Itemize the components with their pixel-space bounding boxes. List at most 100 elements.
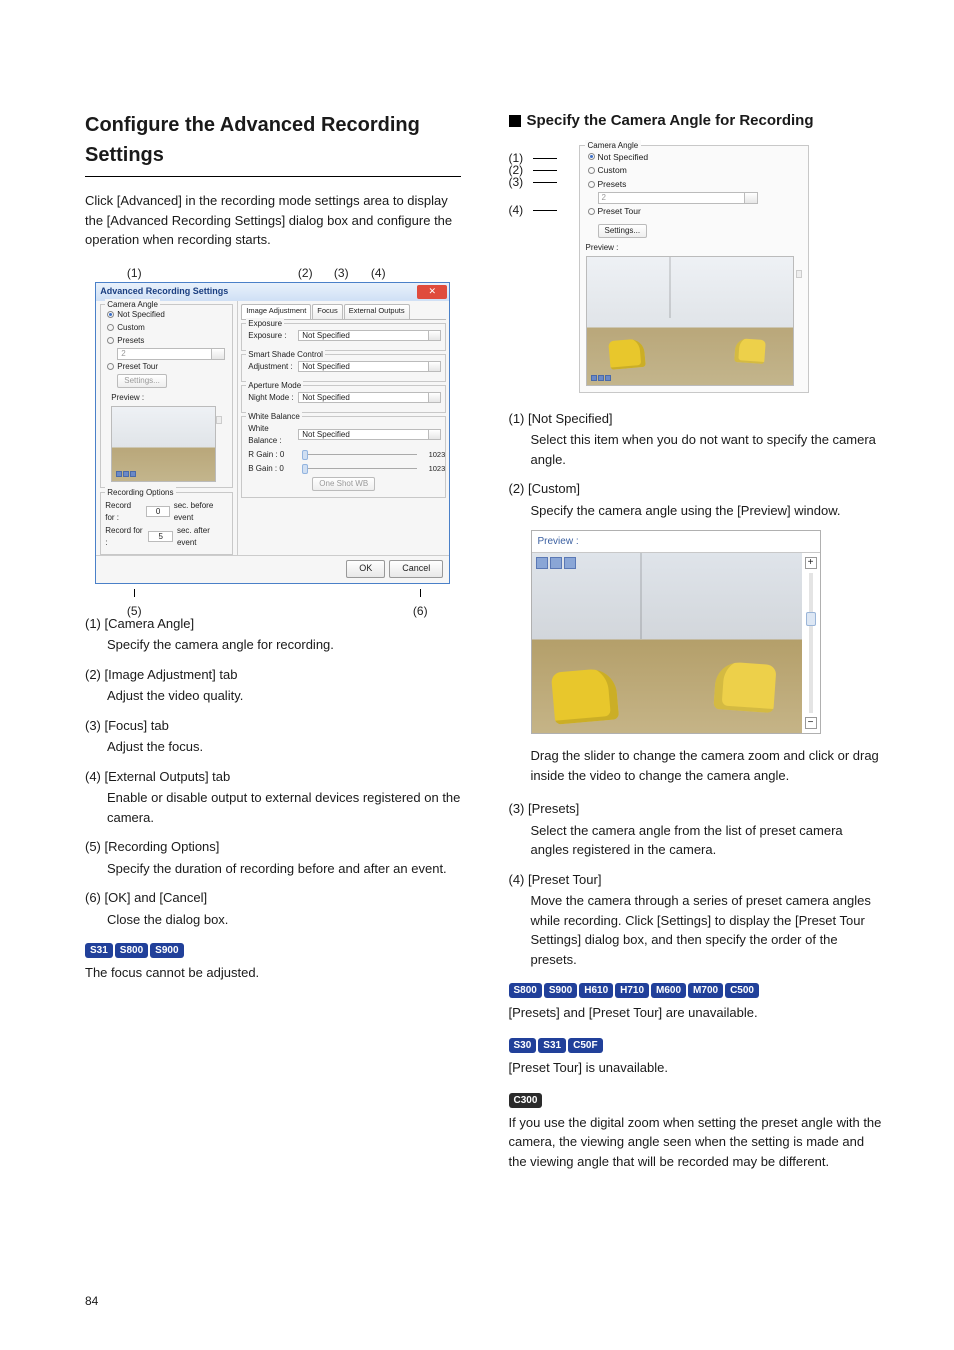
exposure-select[interactable]: Not Specified (298, 330, 441, 341)
left-tags-note: The focus cannot be adjusted. (85, 963, 461, 983)
tab-focus[interactable]: Focus (312, 304, 342, 319)
night-mode-select[interactable]: Not Specified (298, 392, 441, 403)
record-for-label: Record for : (105, 500, 142, 524)
ca-radio-presets[interactable]: Presets (588, 178, 802, 191)
model-tag: S31 (538, 1038, 566, 1053)
record-for-label2: Record for : (105, 525, 144, 549)
preview-window: Preview : + − (531, 530, 821, 734)
preview-window-label: Preview : (532, 531, 820, 552)
model-tag: H710 (615, 983, 649, 998)
ca-preview-thumbnail[interactable] (586, 256, 794, 386)
ca-callout-3: (3) (509, 176, 533, 189)
list-item: (1) [Camera Angle]Specify the camera ang… (85, 614, 461, 655)
ca-presets-select[interactable]: 2 (598, 192, 758, 204)
list-item-head: (2) [Custom] (509, 479, 885, 499)
zoom-slider[interactable] (809, 573, 813, 713)
ca-settings-button[interactable]: Settings... (598, 224, 648, 238)
model-tag: H610 (579, 983, 613, 998)
preview-label: Preview : (111, 392, 222, 404)
model-tag: C50F (568, 1038, 602, 1053)
model-tag: S900 (544, 983, 577, 998)
list-item: (6) [OK] and [Cancel]Close the dialog bo… (85, 888, 461, 929)
list-item-head: (6) [OK] and [Cancel] (85, 888, 461, 908)
page-number: 84 (85, 1292, 98, 1310)
camera-angle-panel: Camera Angle Not Specified Custom Preset… (579, 145, 809, 394)
callout-1: (1) (95, 264, 173, 282)
list-item-head: (4) [Preset Tour] (509, 870, 885, 890)
model-tag: C300 (509, 1093, 543, 1108)
close-icon[interactable]: ✕ (417, 285, 447, 299)
preview-bottom-controls[interactable] (532, 553, 802, 573)
ca-radio-custom[interactable]: Custom (588, 164, 802, 177)
list-item-body: Select the camera angle from the list of… (531, 821, 885, 860)
record-before-input[interactable]: 0 (146, 506, 169, 517)
preview-video-area[interactable] (532, 553, 802, 733)
right-tags-c: C300 (509, 1089, 885, 1109)
left-heading: Configure the Advanced Recording Setting… (85, 110, 461, 170)
zoom-in-icon[interactable]: + (805, 557, 817, 569)
right-tags-b-note: [Preset Tour] is unavailable. (509, 1058, 885, 1078)
list-item-body: Specify the camera angle using the [Prev… (531, 501, 885, 521)
model-tag: M600 (651, 983, 686, 998)
model-tag: S31 (85, 943, 113, 958)
right-tags-b: S30S31C50F (509, 1034, 885, 1054)
right-item-list-b: (3) [Presets]Select the camera angle fro… (509, 799, 885, 969)
model-tag: S30 (509, 1038, 537, 1053)
radio-custom[interactable]: Custom (107, 322, 228, 334)
record-after-input[interactable]: 5 (148, 531, 173, 542)
camera-angle-panel-label: Camera Angle (585, 140, 642, 152)
wb-select[interactable]: Not Specified (298, 429, 441, 440)
ca-preview-controls[interactable] (591, 375, 611, 381)
right-tags-a-note: [Presets] and [Preset Tour] are unavaila… (509, 1003, 885, 1023)
zoom-out-icon[interactable]: − (805, 717, 817, 729)
list-item: (1) [Not Specified]Select this item when… (509, 409, 885, 470)
list-item-head: (4) [External Outputs] tab (85, 767, 461, 787)
list-item-body: Adjust the video quality. (107, 686, 461, 706)
list-item-head: (2) [Image Adjustment] tab (85, 665, 461, 685)
model-tag: S800 (509, 983, 542, 998)
preview-controls[interactable] (116, 471, 136, 477)
right-heading: Specify the Camera Angle for Recording (509, 110, 885, 133)
list-item: (4) [Preset Tour]Move the camera through… (509, 870, 885, 970)
left-item-list: (1) [Camera Angle]Specify the camera ang… (85, 614, 461, 930)
ok-button[interactable]: OK (346, 560, 385, 578)
presets-select[interactable]: 2 (117, 348, 225, 360)
advanced-recording-dialog: Advanced Recording Settings ✕ Camera Ang… (95, 282, 450, 584)
list-item-body: Move the camera through a series of pres… (531, 891, 885, 969)
right-column: Specify the Camera Angle for Recording (… (509, 110, 885, 1171)
left-intro: Click [Advanced] in the recording mode s… (85, 191, 461, 250)
model-tag: S800 (115, 943, 148, 958)
one-shot-wb-button[interactable]: One Shot WB (312, 477, 375, 491)
radio-presets[interactable]: Presets (107, 335, 228, 347)
callout-5: (5) (127, 604, 142, 618)
preview-zoom-handle[interactable] (216, 416, 222, 424)
record-after-unit: sec. after event (177, 525, 228, 549)
list-item: (3) [Presets]Select the camera angle fro… (509, 799, 885, 860)
ca-radio-not-specified[interactable]: Not Specified (588, 151, 802, 164)
left-column: Configure the Advanced Recording Setting… (85, 110, 461, 1171)
dialog-title: Advanced Recording Settings (100, 285, 228, 299)
bgain-slider[interactable]: 1023 (298, 463, 441, 474)
ca-zoom-handle[interactable] (796, 270, 802, 278)
radio-preset-tour[interactable]: Preset Tour (107, 361, 228, 373)
rgain-slider[interactable]: 1023 (298, 449, 441, 460)
ca-preview-label: Preview : (586, 242, 796, 254)
square-bullet-icon (509, 115, 521, 127)
list-item-head: (1) [Not Specified] (509, 409, 885, 429)
list-item: (5) [Recording Options]Specify the durat… (85, 837, 461, 878)
preview-thumbnail[interactable] (111, 406, 216, 482)
dialog-figure: (1) (2) (3) (4) Advanced Recording Setti… (95, 264, 450, 606)
ca-radio-preset-tour[interactable]: Preset Tour (588, 205, 802, 218)
tab-external-outputs[interactable]: External Outputs (344, 304, 410, 319)
cancel-button[interactable]: Cancel (389, 560, 443, 578)
camera-angle-group-label: Camera Angle (105, 299, 160, 311)
list-item: (4) [External Outputs] tabEnable or disa… (85, 767, 461, 828)
callout-4: (4) (357, 264, 399, 282)
shade-select[interactable]: Not Specified (298, 361, 441, 372)
preset-tour-settings-button[interactable]: Settings... (117, 374, 167, 388)
callout-6: (6) (413, 604, 428, 618)
tab-image-adjustment[interactable]: Image Adjustment (241, 304, 311, 319)
callout-2: (2) (285, 264, 325, 282)
list-item-body: Select this item when you do not want to… (531, 430, 885, 469)
recording-options-label: Recording Options (105, 487, 175, 499)
